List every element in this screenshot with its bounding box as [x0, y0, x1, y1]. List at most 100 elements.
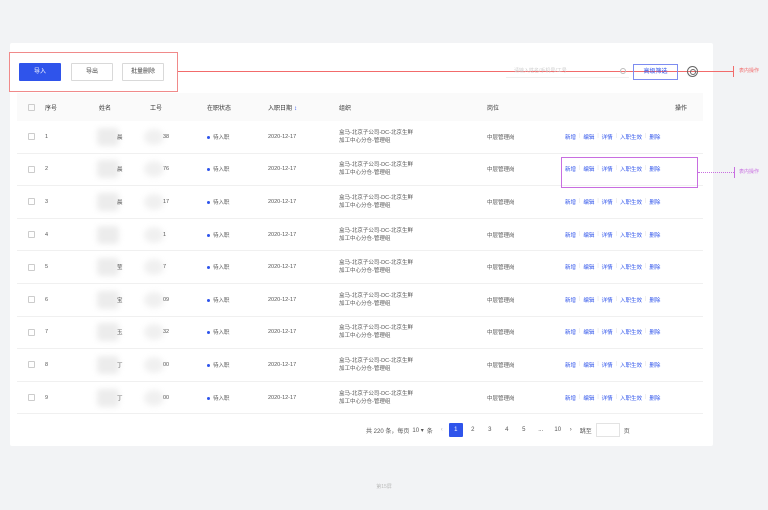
emp-no-redaction — [144, 259, 164, 276]
row-action-4[interactable]: 删除 — [649, 394, 660, 402]
table-row: 6 宝 09 待入职 2020-12-17 盒马-北京子公司-DC-北京生鲜 加工… — [17, 284, 703, 317]
row-action-4[interactable]: 删除 — [649, 328, 660, 336]
row-checkbox[interactable] — [28, 296, 35, 304]
row-actions: 新增 | 编辑 | 详情 | 入职生效 | 删除 — [565, 328, 660, 336]
row-action-0[interactable]: 新增 — [565, 263, 576, 271]
row-action-3[interactable]: 入职生效 — [620, 198, 642, 206]
row-status: 待入职 — [207, 263, 230, 271]
row-action-0[interactable]: 新增 — [565, 198, 576, 206]
row-checkbox[interactable] — [28, 231, 35, 239]
row-status-text: 待入职 — [213, 199, 230, 206]
sort-icon[interactable]: ↕ — [294, 106, 297, 112]
row-action-0[interactable]: 新增 — [565, 133, 576, 141]
page-button[interactable]: 1 — [448, 423, 463, 437]
page-button[interactable]: 10 — [551, 423, 565, 437]
row-action-1[interactable]: 编辑 — [583, 231, 594, 239]
name-redaction — [97, 323, 119, 342]
row-action-1[interactable]: 编辑 — [583, 133, 594, 141]
page-size-select[interactable]: 10 ▾ — [412, 427, 423, 434]
name-redaction — [97, 355, 119, 374]
gear-icon[interactable] — [687, 66, 698, 77]
row-action-0[interactable]: 新增 — [565, 394, 576, 402]
page-button[interactable]: 5 — [517, 423, 531, 437]
row-checkbox[interactable] — [28, 394, 35, 402]
row-org: 盒马-北京子公司-DC-北京生鲜 加工中心分仓-管理组 — [339, 161, 413, 177]
import-button[interactable]: 导入 — [19, 63, 61, 81]
row-action-1[interactable]: 编辑 — [583, 263, 594, 271]
next-page-icon[interactable]: › — [570, 427, 572, 433]
row-action-4[interactable]: 删除 — [649, 263, 660, 271]
row-action-2[interactable]: 详情 — [602, 231, 613, 239]
row-org-line2: 加工中心分仓-管理组 — [339, 202, 391, 209]
table-row: 9 丁 00 待入职 2020-12-17 盒马-北京子公司-DC-北京生鲜 加工… — [17, 382, 703, 415]
row-action-3[interactable]: 入职生效 — [620, 394, 642, 402]
row-action-1[interactable]: 编辑 — [583, 296, 594, 304]
row-checkbox[interactable] — [28, 328, 35, 336]
row-action-4[interactable]: 删除 — [649, 198, 660, 206]
page-button[interactable]: 3 — [483, 423, 497, 437]
row-status-text: 待入职 — [213, 232, 230, 239]
prev-page-icon[interactable]: ‹ — [441, 427, 443, 433]
search-input[interactable]: 请输入姓名/手机号/工号 — [506, 65, 629, 78]
row-action-0[interactable]: 新增 — [565, 296, 576, 304]
row-checkbox[interactable] — [28, 198, 35, 206]
row-action-0[interactable]: 新增 — [565, 361, 576, 369]
action-separator: | — [645, 360, 647, 367]
page-ellipsis[interactable]: ... — [534, 423, 548, 437]
row-action-3[interactable]: 入职生效 — [620, 328, 642, 336]
row-join-date: 2020-12-17 — [268, 264, 297, 271]
jump-input[interactable] — [595, 423, 620, 437]
row-org-line2: 加工中心分仓-管理组 — [339, 137, 391, 144]
row-checkbox[interactable] — [28, 133, 35, 141]
row-checkbox[interactable] — [28, 361, 35, 369]
col-join-date-label: 入职日期 — [268, 105, 293, 112]
row-action-4[interactable]: 删除 — [649, 296, 660, 304]
search-icon[interactable] — [620, 68, 626, 74]
row-org-line1: 盒马-北京子公司-DC-北京生鲜 — [339, 227, 413, 234]
advanced-filter-button[interactable]: 高级筛选 — [633, 64, 678, 80]
row-action-0[interactable]: 新增 — [565, 328, 576, 336]
row-action-4[interactable]: 删除 — [649, 361, 660, 369]
table-header: 序号 姓名 工号 在职状态 入职日期 ↕ 组织 岗位 操作 — [17, 93, 703, 121]
row-action-2[interactable]: 详情 — [602, 361, 613, 369]
row-action-2[interactable]: 详情 — [602, 394, 613, 402]
row-org-line2: 加工中心分仓-管理组 — [339, 365, 391, 372]
row-checkbox[interactable] — [28, 263, 35, 271]
row-name: 宝 — [117, 297, 123, 304]
action-separator: | — [579, 197, 581, 204]
page-button[interactable]: 4 — [500, 423, 514, 437]
row-name: 玉 — [117, 330, 123, 337]
row-action-4[interactable]: 删除 — [649, 231, 660, 239]
row-action-1[interactable]: 编辑 — [583, 361, 594, 369]
row-action-1[interactable]: 编辑 — [583, 394, 594, 402]
status-dot — [207, 201, 210, 205]
row-action-2[interactable]: 详情 — [602, 328, 613, 336]
row-action-2[interactable]: 详情 — [602, 198, 613, 206]
row-action-3[interactable]: 入职生效 — [620, 296, 642, 304]
row-action-4[interactable]: 删除 — [649, 133, 660, 141]
status-dot — [207, 135, 210, 139]
export-button[interactable]: 导出 — [71, 63, 113, 81]
action-separator: | — [597, 230, 599, 237]
batch-delete-button[interactable]: 批量删除 — [122, 63, 164, 81]
row-action-2[interactable]: 详情 — [602, 133, 613, 141]
col-join-date[interactable]: 入职日期 ↕ — [268, 103, 297, 112]
row-action-2[interactable]: 详情 — [602, 296, 613, 304]
row-name: 晨 — [117, 199, 123, 206]
row-action-3[interactable]: 入职生效 — [620, 361, 642, 369]
row-index: 6 — [45, 296, 49, 303]
row-action-1[interactable]: 编辑 — [583, 198, 594, 206]
table-row: 4 1 待入职 2020-12-17 盒马-北京子公司-DC-北京生鲜 加工中心分… — [17, 219, 703, 252]
row-action-1[interactable]: 编辑 — [583, 328, 594, 336]
page-button[interactable]: 2 — [466, 423, 480, 437]
page-list: 1 2 3 4 5... 10 — [448, 423, 568, 437]
select-all-checkbox[interactable] — [28, 103, 35, 111]
row-org: 盒马-北京子公司-DC-北京生鲜 加工中心分仓-管理组 — [339, 259, 413, 275]
employee-table: 序号 姓名 工号 在职状态 入职日期 ↕ 组织 岗位 操作 1 晨 38 待入职 … — [17, 93, 703, 415]
row-action-3[interactable]: 入职生效 — [620, 133, 642, 141]
row-action-3[interactable]: 入职生效 — [620, 263, 642, 271]
row-checkbox[interactable] — [28, 165, 35, 173]
row-action-3[interactable]: 入职生效 — [620, 231, 642, 239]
row-action-0[interactable]: 新增 — [565, 231, 576, 239]
row-action-2[interactable]: 详情 — [602, 263, 613, 271]
